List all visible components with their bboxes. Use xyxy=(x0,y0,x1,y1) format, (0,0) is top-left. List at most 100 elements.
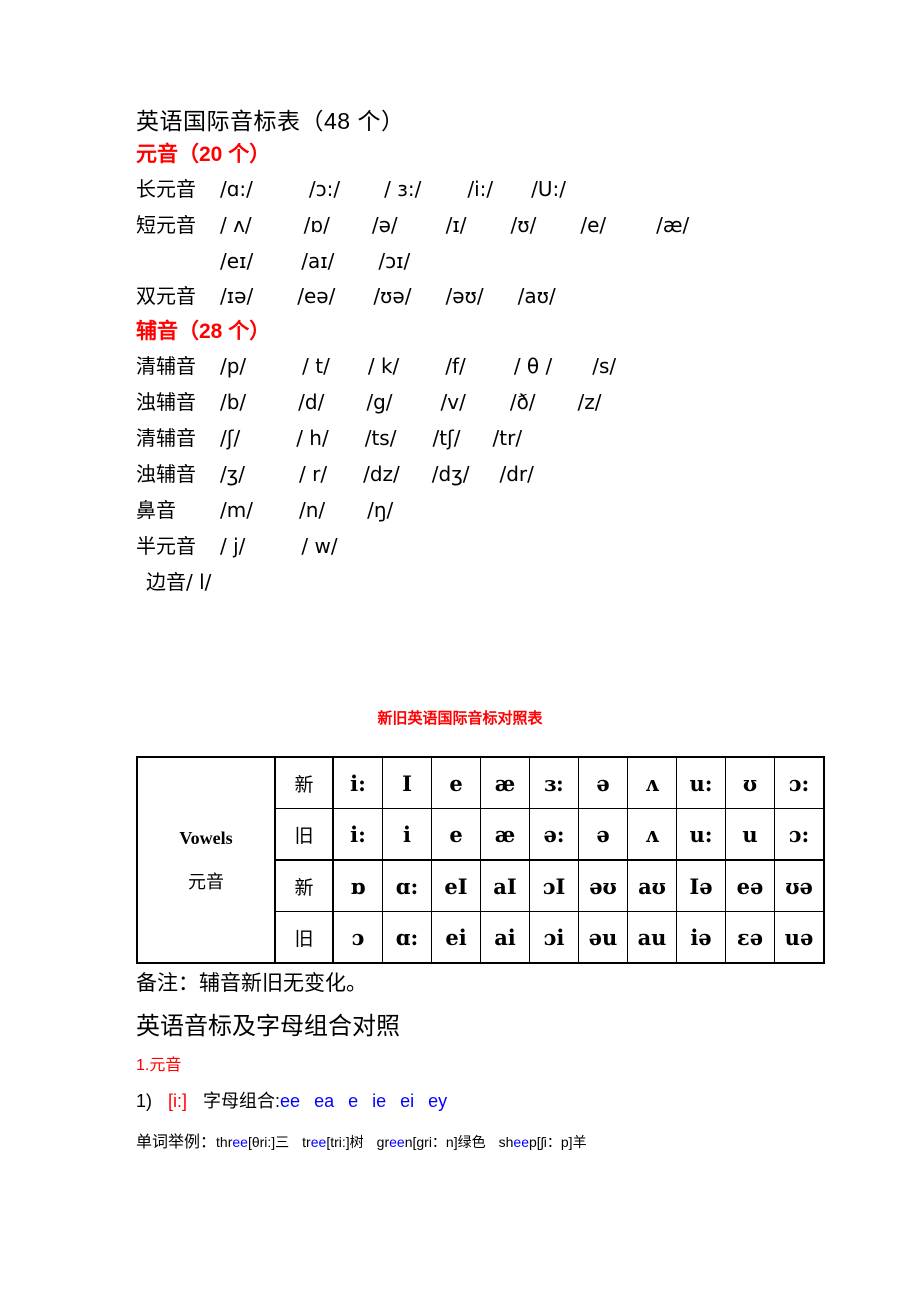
example-3-phonetic: [gri：n] xyxy=(412,1134,458,1150)
example-4-post: p xyxy=(528,1134,537,1150)
symbol-diph-5: /aʊ/ xyxy=(517,284,556,308)
consonant-row-voiceless-2: 清辅音/ʃ/ / h/ /ts/ /tʃ/ /tr/ xyxy=(136,421,896,457)
symbol-short-2: /ɒ/ xyxy=(303,213,330,237)
cell-r1-c2: e xyxy=(431,808,481,861)
cell-r0-c7: u: xyxy=(676,756,726,809)
cell-r3-c3: ai xyxy=(480,911,530,964)
symbol-short-4: /ɪ/ xyxy=(445,213,467,237)
cell-r1-c3: æ xyxy=(480,808,530,861)
era-label-new-2: 新 xyxy=(274,859,334,912)
consonant-row-voiced-2: 浊辅音/ʒ/ / r/ /dz/ /dʒ/ /dr/ xyxy=(136,457,896,493)
cell-r2-c7: Iə xyxy=(676,859,726,912)
cell-r3-c7: iə xyxy=(676,911,726,964)
symbol-cont-3: /ɔɪ/ xyxy=(378,249,411,273)
era-label-new-1: 新 xyxy=(274,756,334,809)
consonant-row-lateral: 边音/ l/ xyxy=(136,565,896,601)
example-2-phonetic: [tri:] xyxy=(326,1134,350,1150)
symbol-c3-4: /tʃ/ xyxy=(432,426,461,450)
symbol-c4-1: /ʒ/ xyxy=(220,462,246,486)
example-word-4: sheep[ʃi：p]羊 xyxy=(499,1134,587,1150)
symbol-long-1: /ɑ:/ xyxy=(220,177,253,201)
combo-label: 字母组合: xyxy=(203,1091,281,1111)
example-word-2: tree[tri:]树 xyxy=(302,1134,363,1150)
cell-r0-c2: e xyxy=(431,756,481,809)
row-label-short-vowel: 短元音 xyxy=(136,215,196,237)
example-word-1: three[θri:]三 xyxy=(216,1134,289,1150)
cell-r2-c9: ʊə xyxy=(774,859,825,912)
symbol-c3-3: /ts/ xyxy=(364,426,397,450)
document-page: 英语国际音标表（48 个） 元音（20 个） 长元音/ɑ:/ /ɔ:/ / ɜ:/ /… xyxy=(0,0,920,1302)
combo-6: ey xyxy=(428,1091,448,1111)
symbol-c1-6: /s/ xyxy=(592,354,617,378)
cell-r0-c5: ə xyxy=(578,756,628,809)
row-header-english: Vowels xyxy=(179,828,233,848)
cell-r2-c0: ɒ xyxy=(332,859,383,912)
symbol-n-1: /m/ xyxy=(220,498,253,522)
consonant-row-nasal: 鼻音/m/ /n/ /ŋ/ xyxy=(136,493,896,529)
consonant-row-voiceless-1: 清辅音/p/ / t/ / k/ /f/ / θ / /s/ xyxy=(136,349,896,385)
cell-r0-c4: ɜ: xyxy=(529,756,579,809)
era-label-old-2: 旧 xyxy=(274,911,334,964)
cell-r3-c5: əu xyxy=(578,911,628,964)
symbol-c2-2: /d/ xyxy=(298,390,325,414)
cell-r0-c3: æ xyxy=(480,756,530,809)
symbol-c4-5: /dr/ xyxy=(499,462,534,486)
cell-r1-c0: i: xyxy=(332,808,383,861)
cell-r0-c6: ʌ xyxy=(627,756,677,809)
combo-2: ea xyxy=(314,1091,335,1111)
symbol-long-2: /ɔ:/ xyxy=(308,177,341,201)
cell-r2-c5: əʊ xyxy=(578,859,628,912)
symbol-c4-2: / r/ xyxy=(299,462,328,486)
phonetic-list-block: 英语国际音标表（48 个） 元音（20 个） 长元音/ɑ:/ /ɔ:/ / ɜ:/ /… xyxy=(136,104,896,601)
comparison-table-title: 新旧英语国际音标对照表 xyxy=(377,710,543,727)
symbol-long-5: /U:/ xyxy=(531,177,566,201)
cell-r1-c8: u xyxy=(725,808,775,861)
example-1-meaning: 三 xyxy=(275,1134,290,1150)
cell-r2-c3: aI xyxy=(480,859,530,912)
vowel-row-long: 长元音/ɑ:/ /ɔ:/ / ɜ:/ /i:/ /U:/ xyxy=(136,172,896,208)
example-4-meaning: 羊 xyxy=(572,1134,587,1150)
consonant-row-semivowel: 半元音 / j/ / w/ xyxy=(136,529,896,565)
cell-r1-c5: ə xyxy=(578,808,628,861)
phoneme-entry-line: 1) [i:] 字母组合:ee ea e ie ei ey xyxy=(136,1087,447,1113)
symbol-short-5: /ʊ/ xyxy=(510,213,537,237)
example-2-pre: tr xyxy=(302,1134,311,1150)
symbol-c1-3: / k/ xyxy=(367,354,400,378)
symbol-c3-2: / h/ xyxy=(296,426,329,450)
symbol-c1-1: /p/ xyxy=(220,354,247,378)
cell-r1-c6: ʌ xyxy=(627,808,677,861)
vowels-heading: 元音（20 个） xyxy=(136,143,271,166)
cell-r3-c2: ei xyxy=(431,911,481,964)
symbol-c2-6: /z/ xyxy=(577,390,602,414)
combo-5: ei xyxy=(400,1091,415,1111)
row-label-voiceless-1: 清辅音 xyxy=(136,356,196,378)
cell-r2-c8: eə xyxy=(725,859,775,912)
cell-r2-c6: aʊ xyxy=(627,859,677,912)
combo-3: e xyxy=(348,1091,359,1111)
cell-r0-c1: I xyxy=(382,756,432,809)
symbol-diph-1: /ɪə/ xyxy=(220,284,254,308)
symbol-short-1: / ʌ/ xyxy=(220,213,252,237)
example-1-highlight: ee xyxy=(232,1134,248,1150)
list-index-label: 1.元音 xyxy=(136,1057,182,1074)
table-row: Vowels 元音 新 i: I e æ ɜ: ə ʌ u: ʊ ɔ: xyxy=(136,756,825,964)
symbol-diph-4: /əʊ/ xyxy=(445,284,484,308)
symbol-diph-3: /ʊə/ xyxy=(373,284,412,308)
example-3-meaning: 绿色 xyxy=(457,1134,486,1150)
cell-r3-c9: uə xyxy=(774,911,825,964)
consonants-heading: 辅音（28 个） xyxy=(136,320,271,343)
examples-line: 单词举例：three[θri:]三 tree[tri:]树 green[gri：n]… xyxy=(136,1128,587,1152)
symbol-long-4: /i:/ xyxy=(467,177,494,201)
cell-r3-c4: ɔi xyxy=(529,911,579,964)
symbol-c1-2: / t/ xyxy=(302,354,330,378)
symbol-sv-1: / j/ xyxy=(220,534,246,558)
example-1-pre: thr xyxy=(216,1134,233,1150)
example-word-3: green[gri：n]绿色 xyxy=(377,1134,486,1150)
symbol-c4-3: /dz/ xyxy=(363,462,400,486)
example-1-phonetic: [θri:] xyxy=(247,1134,276,1150)
cell-r1-c7: u: xyxy=(676,808,726,861)
row-label-voiceless-2: 清辅音 xyxy=(136,428,196,450)
vowel-comparison-table: Vowels 元音 新 i: I e æ ɜ: ə ʌ u: ʊ ɔ: 旧 i:… xyxy=(136,756,825,964)
cell-r3-c6: au xyxy=(627,911,677,964)
symbol-c3-1: /ʃ/ xyxy=(220,426,241,450)
